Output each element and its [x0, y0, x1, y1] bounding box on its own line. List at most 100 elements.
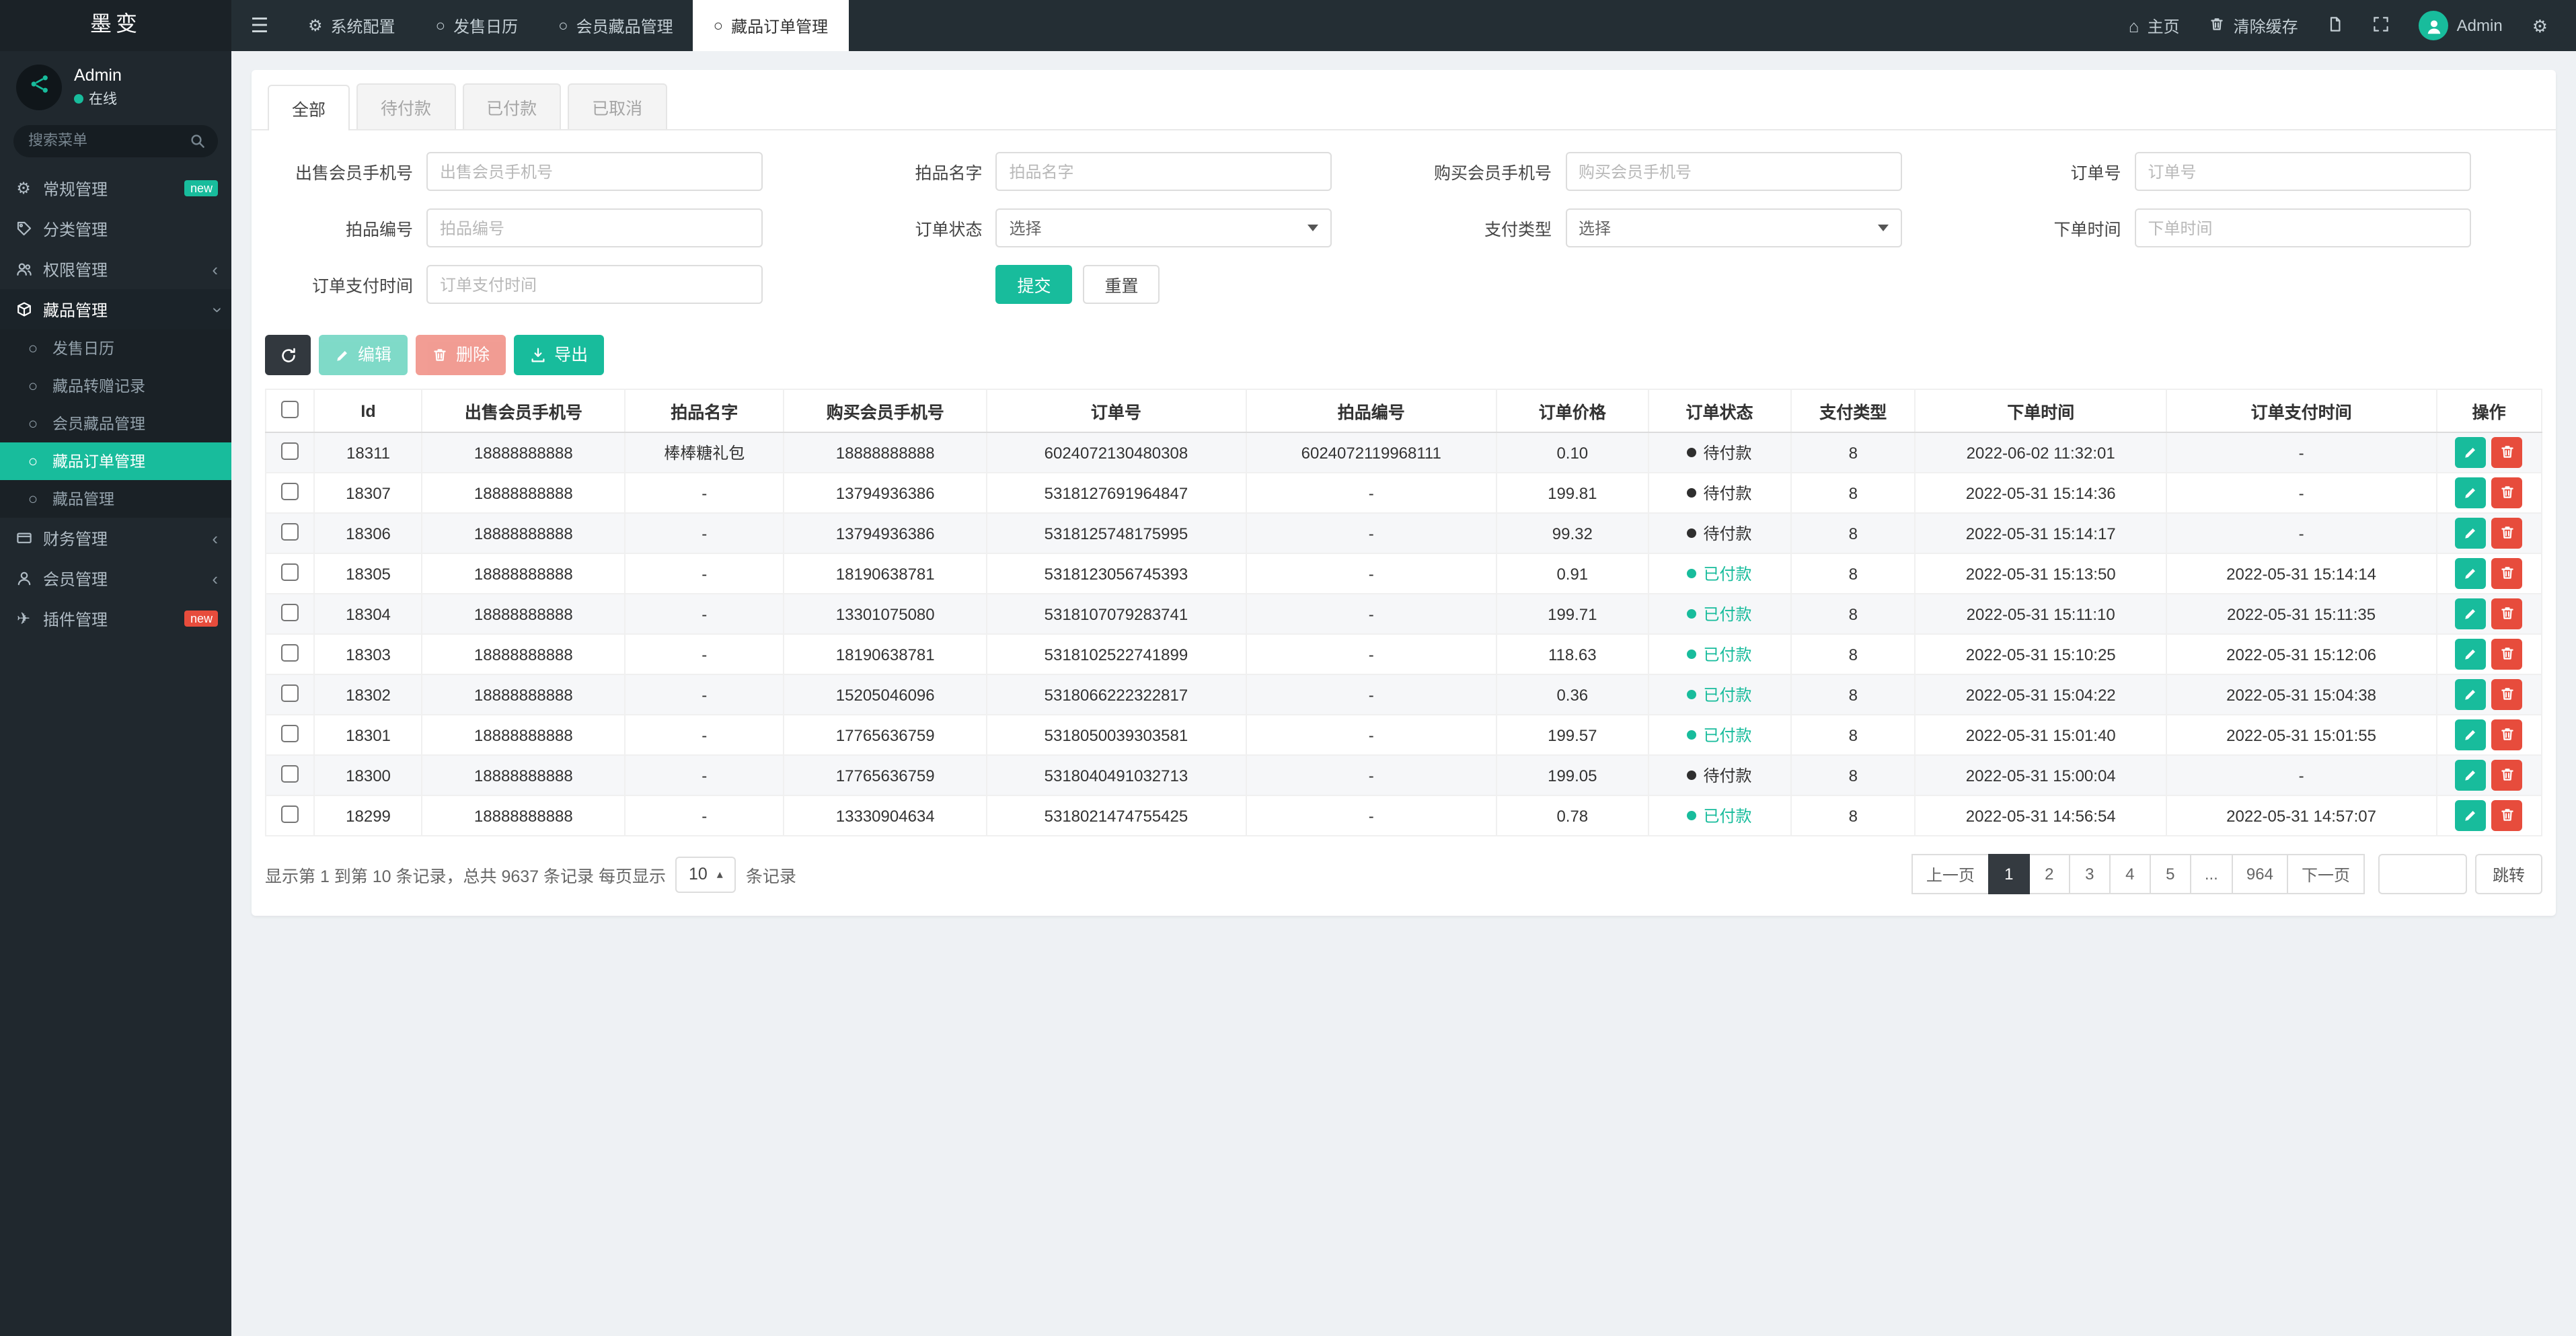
topbar-user[interactable]: Admin	[2404, 0, 2517, 51]
hamburger-icon[interactable]: ☰	[231, 0, 288, 51]
sidebar-item[interactable]: ⚙常规管理new	[0, 168, 231, 208]
sidebar-item[interactable]: 藏品管理‹	[0, 289, 231, 329]
row-edit-button[interactable]	[2456, 518, 2487, 549]
submit-button[interactable]: 提交	[996, 265, 1073, 304]
page-button[interactable]: 2	[2029, 854, 2070, 894]
sidebar-item[interactable]: 权限管理‹	[0, 249, 231, 289]
row-edit-button[interactable]	[2456, 680, 2487, 711]
cell-order-no: 5318050039303581	[987, 715, 1246, 755]
sidebar-item[interactable]: ✈插件管理new	[0, 598, 231, 639]
export-button[interactable]: 导出	[514, 335, 604, 375]
doc-button[interactable]	[2313, 0, 2359, 51]
cell-ops	[2436, 634, 2542, 674]
page-ellipsis[interactable]: ...	[2190, 854, 2233, 894]
row-checkbox-cell	[266, 674, 314, 715]
cell-order-time: 2022-05-31 15:10:25	[1916, 634, 2166, 674]
topbar-tab[interactable]: ⚙系统配置	[288, 0, 416, 51]
topbar-tab[interactable]: ○藏品订单管理	[693, 0, 849, 51]
sidebar-item[interactable]: 财务管理‹	[0, 518, 231, 558]
jump-page-input[interactable]	[2378, 854, 2467, 894]
sidebar-subitem[interactable]: ○藏品转赠记录	[0, 367, 231, 405]
page-button[interactable]: 5	[2150, 854, 2191, 894]
row-checkbox[interactable]	[281, 643, 299, 661]
circle-icon: ○	[436, 17, 446, 34]
row-edit-button[interactable]	[2456, 559, 2487, 590]
topbar-tab[interactable]: ○会员藏品管理	[538, 0, 693, 51]
cell-buyer: 17765636759	[784, 715, 987, 755]
filter-input[interactable]	[2135, 152, 2471, 191]
sidebar-subitem[interactable]: ○发售日历	[0, 329, 231, 367]
page-next-button[interactable]: 下一页	[2287, 854, 2365, 894]
clear-cache-link[interactable]: 清除缓存	[2195, 0, 2313, 51]
page-button[interactable]: 1	[1988, 854, 2030, 894]
sidebar-item[interactable]: 会员管理‹	[0, 558, 231, 598]
row-checkbox[interactable]	[281, 563, 299, 580]
filter-select[interactable]: 选择	[996, 208, 1332, 247]
row-edit-button[interactable]	[2456, 801, 2487, 832]
delete-button[interactable]: 删除	[416, 335, 506, 375]
row-checkbox[interactable]	[281, 684, 299, 701]
row-checkbox[interactable]	[281, 603, 299, 621]
row-edit-button[interactable]	[2456, 720, 2487, 751]
status-tab[interactable]: 全部	[268, 85, 350, 130]
status-tab[interactable]: 已取消	[568, 83, 667, 129]
row-edit-button[interactable]	[2456, 438, 2487, 469]
refresh-button[interactable]	[265, 335, 311, 375]
status-tab[interactable]: 已付款	[462, 83, 561, 129]
row-checkbox[interactable]	[281, 764, 299, 782]
filter-input[interactable]	[426, 265, 763, 304]
row-edit-button[interactable]	[2456, 639, 2487, 670]
row-delete-button[interactable]	[2492, 719, 2523, 750]
page-button[interactable]: 964	[2232, 854, 2288, 894]
row-checkbox[interactable]	[281, 724, 299, 742]
filter-row: 订单支付时间提交重置	[265, 265, 2542, 304]
settings-gear[interactable]: ⚙	[2517, 0, 2563, 51]
row-delete-button[interactable]	[2492, 437, 2523, 468]
cell-status: 已付款	[1648, 715, 1791, 755]
row-checkbox[interactable]	[281, 442, 299, 459]
filter-input[interactable]	[1565, 152, 1901, 191]
row-delete-button[interactable]	[2492, 598, 2523, 629]
per-page-select[interactable]: 10 ▴	[675, 856, 736, 892]
home-link[interactable]: ⌂ 主页	[2114, 0, 2195, 51]
sidebar-subitem[interactable]: ○藏品管理	[0, 480, 231, 518]
row-checkbox[interactable]	[281, 482, 299, 500]
column-header: 拍品编号	[1246, 389, 1497, 432]
sidebar-subitem[interactable]: ○会员藏品管理	[0, 405, 231, 442]
cell-pay-time: 2022-05-31 15:14:14	[2166, 553, 2436, 594]
page-button[interactable]: 3	[2069, 854, 2111, 894]
page-prev-button[interactable]: 上一页	[1911, 854, 1990, 894]
row-delete-button[interactable]	[2492, 518, 2523, 549]
sidebar-item[interactable]: 分类管理	[0, 208, 231, 249]
select-all-checkbox[interactable]	[281, 400, 299, 418]
filter-select[interactable]: 选择	[1565, 208, 1901, 247]
fullscreen-button[interactable]	[2359, 0, 2404, 51]
row-delete-button[interactable]	[2492, 639, 2523, 670]
sidebar-subitem[interactable]: ○藏品订单管理	[0, 442, 231, 480]
cell-price: 199.57	[1497, 715, 1648, 755]
row-checkbox[interactable]	[281, 805, 299, 822]
filter-input[interactable]	[996, 152, 1332, 191]
row-delete-button[interactable]	[2492, 760, 2523, 791]
filter-input[interactable]	[426, 152, 763, 191]
row-delete-button[interactable]	[2492, 800, 2523, 831]
circle-icon: ○	[23, 378, 43, 394]
filter-input[interactable]	[426, 208, 763, 247]
page-button[interactable]: 4	[2109, 854, 2151, 894]
row-delete-button[interactable]	[2492, 679, 2523, 710]
row-delete-button[interactable]	[2492, 558, 2523, 589]
jump-button[interactable]: 跳转	[2475, 854, 2542, 894]
edit-button[interactable]: 编辑	[319, 335, 408, 375]
filter-field: 拍品编号	[265, 208, 835, 247]
status-tab[interactable]: 待付款	[356, 83, 455, 129]
row-edit-button[interactable]	[2456, 760, 2487, 791]
row-edit-button[interactable]	[2456, 599, 2487, 630]
topbar-tab[interactable]: ○发售日历	[416, 0, 539, 51]
row-edit-button[interactable]	[2456, 478, 2487, 509]
cell-status: 待付款	[1648, 513, 1791, 553]
menu-search-input[interactable]	[13, 125, 218, 157]
filter-input[interactable]	[2135, 208, 2471, 247]
row-checkbox[interactable]	[281, 522, 299, 540]
row-delete-button[interactable]	[2492, 477, 2523, 508]
reset-button[interactable]: 重置	[1084, 265, 1160, 304]
